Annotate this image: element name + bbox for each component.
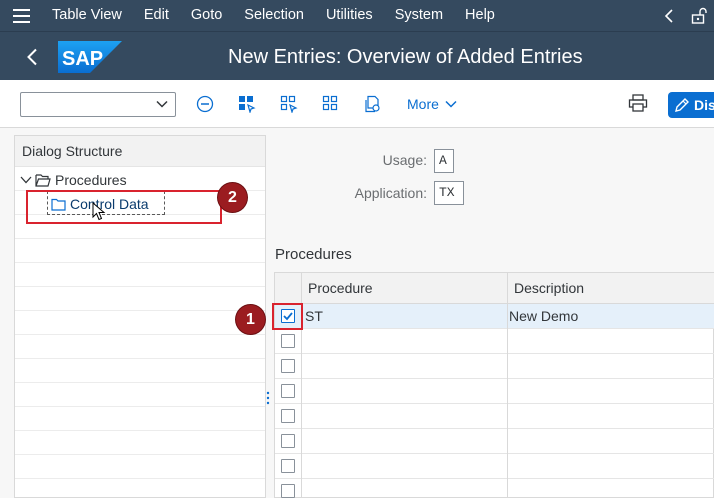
table-row[interactable] <box>275 354 714 379</box>
menu-edit[interactable]: Edit <box>136 0 177 31</box>
column-divider <box>507 273 508 498</box>
tree-row <box>15 335 265 359</box>
tree-node-procedures-label: Procedures <box>55 172 127 188</box>
more-label: More <box>407 96 439 112</box>
tree-row <box>15 287 265 311</box>
row-checkbox[interactable] <box>281 334 295 348</box>
select-all-icon[interactable] <box>237 94 257 114</box>
more-button[interactable]: More <box>407 94 457 114</box>
display-change-label: Dis <box>694 97 714 113</box>
row-checkbox[interactable] <box>281 484 295 498</box>
menu-bar: Table View Edit Goto Selection Utilities… <box>0 0 714 31</box>
table-row[interactable] <box>275 379 714 404</box>
chevron-down-icon[interactable] <box>155 97 169 111</box>
tree-row <box>15 311 265 335</box>
command-input[interactable] <box>21 93 149 116</box>
tree-row <box>15 239 265 263</box>
tree-row <box>15 479 265 498</box>
row-checkbox[interactable] <box>281 359 295 373</box>
table-row[interactable] <box>275 479 714 498</box>
display-change-button[interactable]: Dis <box>668 92 714 118</box>
chevron-down-icon[interactable] <box>20 175 32 185</box>
tree-row <box>15 407 265 431</box>
sap-logo: SAP <box>58 41 122 73</box>
table-row[interactable]: ST New Demo <box>275 304 714 329</box>
splitter-handle-icon[interactable] <box>266 390 270 406</box>
tree-row <box>15 455 265 479</box>
dialog-structure-header: Dialog Structure <box>15 136 265 167</box>
menu-selection[interactable]: Selection <box>236 0 312 31</box>
menu-table-view[interactable]: Table View <box>44 0 130 31</box>
chevron-down-icon <box>445 100 457 108</box>
deselect-all-icon[interactable] <box>279 94 299 114</box>
procedures-section-title: Procedures <box>275 246 352 263</box>
table-row[interactable] <box>275 429 714 454</box>
procedure-cell[interactable]: ST <box>305 304 323 329</box>
row-checkbox[interactable] <box>281 459 295 473</box>
title-bar: SAP New Entries: Overview of Added Entri… <box>0 31 714 80</box>
menu-goto[interactable]: Goto <box>183 0 230 31</box>
usage-field: A <box>434 149 454 173</box>
annotation-highlight-2 <box>26 190 222 224</box>
application-label: Application: <box>354 185 427 201</box>
select-column-header[interactable] <box>275 273 301 304</box>
lock-open-icon[interactable] <box>684 0 714 31</box>
annotation-highlight-1 <box>272 303 303 330</box>
row-checkbox[interactable] <box>281 384 295 398</box>
row-checkbox[interactable] <box>281 434 295 448</box>
collapse-icon[interactable] <box>195 94 215 114</box>
svg-text:SAP: SAP <box>62 48 103 70</box>
menu-utilities[interactable]: Utilities <box>318 0 381 31</box>
annotation-badge-1: 1 <box>236 305 265 334</box>
table-row[interactable] <box>275 329 714 354</box>
description-cell[interactable]: New Demo <box>509 304 578 329</box>
menu-system[interactable]: System <box>387 0 451 31</box>
column-header-description[interactable]: Description <box>507 273 714 304</box>
table-row[interactable] <box>275 454 714 479</box>
column-header-procedure[interactable]: Procedure <box>301 273 507 304</box>
table-row[interactable] <box>275 404 714 429</box>
copy-document-icon[interactable] <box>363 94 383 114</box>
menu-icon[interactable] <box>0 0 42 31</box>
tree-row <box>15 359 265 383</box>
menu-help[interactable]: Help <box>457 0 503 31</box>
select-block-icon[interactable] <box>321 94 341 114</box>
tree-row <box>15 383 265 407</box>
application-field: TX <box>434 181 464 205</box>
annotation-badge-2: 2 <box>218 183 247 212</box>
tree-row <box>15 431 265 455</box>
tree-row <box>15 263 265 287</box>
application-toolbar: More Dis <box>0 80 714 128</box>
folder-open-icon <box>35 174 51 187</box>
print-icon[interactable] <box>628 94 650 114</box>
row-checkbox[interactable] <box>281 409 295 423</box>
back-arrow-icon[interactable] <box>18 44 46 70</box>
tree-node-procedures[interactable]: Procedures <box>20 170 127 190</box>
usage-label: Usage: <box>382 152 427 168</box>
display-change-icon <box>675 98 689 112</box>
command-field[interactable] <box>20 92 176 117</box>
chevron-left-icon[interactable] <box>654 0 684 31</box>
page-title: New Entries: Overview of Added Entries <box>228 46 583 68</box>
procedures-table: Procedure Description ST New Demo <box>274 272 714 498</box>
